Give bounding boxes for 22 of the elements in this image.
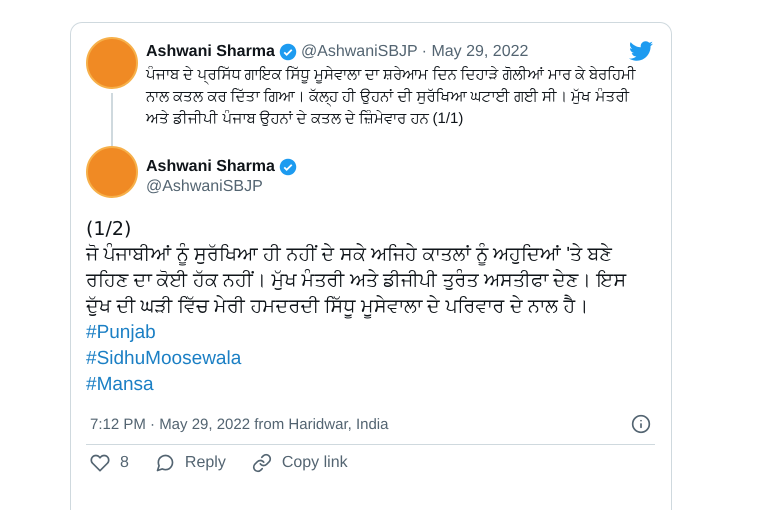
hashtag-link[interactable]: #Punjab <box>86 320 156 346</box>
author-handle[interactable]: @AshwaniSBJP <box>146 178 297 196</box>
avatar[interactable] <box>86 146 138 198</box>
bird-logo-icon[interactable] <box>627 39 655 63</box>
hashtag-link[interactable]: #Mansa <box>86 372 154 398</box>
author-name[interactable]: Ashwani Sharma <box>146 158 275 176</box>
tweet-timestamp[interactable]: 7:12 PM · May 29, 2022 from Haridwar, India <box>90 416 388 432</box>
tweet-text: ਪੰਜਾਬ ਦੇ ਪ੍ਰਸਿੱਧ ਗਾਇਕ ਸਿੱਧੂ ਮੂਸੇਵਾਲਾ ਦਾ ਸ਼ਰੇਆਮ ਦਿਨ ਦਿਹਾੜੇ ਗੋਲੀਆਂ ਮਾਰ ਕੇ ਬੇਰਹਿਮੀ ਨਾਲ ਕਤਲ ਕਰ ਦਿੱਤਾ ਗਿਆ। ਕੱਲ੍ਹ ਹੀ ਉਹਨਾਂ ਦੀ ਸੁਰੱਖਿਆ ਘਟਾਈ ਗਈ ਸੀ। ਮੁੱਖ ਮੰਤਰੀ ਅਤੇ ਡੀਜੀਪੀ ਪੰਜਾਬ ਉਹਨਾਂ ਦੇ ਕਤਲ ਦੇ ਜ਼ਿੰਮੇਵਾਰ ਹਨ (1/1) <box>146 65 638 129</box>
hashtag-link[interactable]: #SidhuMoosewala <box>86 346 242 372</box>
tweet-date[interactable]: · May 29, 2022 <box>422 43 528 61</box>
thread-counter: (1/2) <box>86 217 132 242</box>
reply-action[interactable]: Reply <box>154 453 226 473</box>
tweet-text: ਜੋ ਪੰਜਾਬੀਆਂ ਨੂੰ ਸੁਰੱਖਿਆ ਹੀ ਨਹੀਂ ਦੇ ਸਕੇ ਅਜਿਹੇ ਕਾਤਲਾਂ ਨੂੰ ਅਹੁਦਿਆਂ 'ਤੇ ਬਣੇ ਰਹਿਣ ਦਾ ਕੋਈ ਹੱਕ ਨਹੀਂ। ਮੁੱਖ ਮੰਤਰੀ ਅਤੇ ਡੀਜੀਪੀ ਤੁਰੰਤ ਅਸਤੀਫਾ ਦੇਣ। ਇਸ ਦੁੱਖ ਦੀ ਘੜੀ ਵਿੱਚ ਮੇਰੀ ਹਮਦਰਦੀ ਸਿੱਧੂ ਮੂਸੇਵਾਲਾ ਦੇ ਪਰਿਵਾਰ ਦੇ ਨਾਲ ਹੈ। <box>86 242 628 320</box>
speech-bubble-icon <box>154 453 175 473</box>
copy-action[interactable]: Copy link <box>252 453 348 473</box>
info-icon[interactable] <box>631 414 651 434</box>
like-action[interactable]: 8 <box>90 453 129 473</box>
heart-icon <box>90 453 110 473</box>
avatar[interactable] <box>86 37 138 89</box>
link-icon <box>252 453 272 473</box>
author-name[interactable]: Ashwani Sharma <box>146 43 275 61</box>
author-handle[interactable]: @AshwaniSBJP <box>300 43 418 61</box>
